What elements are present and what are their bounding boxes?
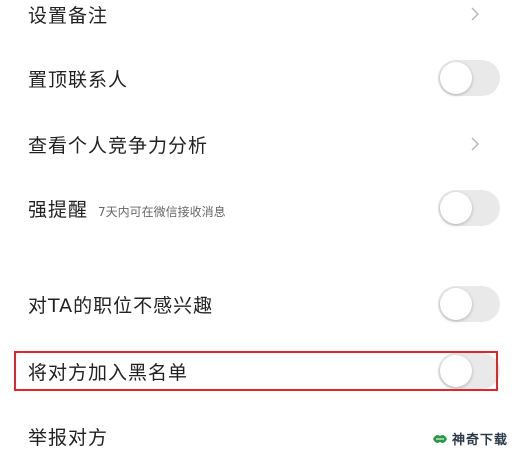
highlight-annotation-box: [14, 351, 498, 391]
competitiveness-analysis-row[interactable]: 查看个人竞争力分析: [0, 124, 520, 164]
set-remark-label: 设置备注: [28, 4, 109, 27]
watermark-text: 神奇下载: [451, 433, 508, 448]
strong-reminder-toggle[interactable]: [438, 190, 500, 226]
strong-reminder-hint: 7天内可在微信接收消息: [98, 204, 226, 219]
not-interested-toggle[interactable]: [438, 286, 500, 322]
toggle-knob: [440, 288, 472, 320]
leaf-logo-icon: [432, 432, 448, 446]
pin-contact-label: 置顶联系人: [28, 68, 129, 91]
not-interested-row: 对TA的职位不感兴趣: [0, 284, 520, 324]
competitiveness-analysis-label: 查看个人竞争力分析: [28, 134, 209, 157]
watermark: 神奇下载: [432, 429, 508, 448]
strong-reminder-label: 强提醒: [28, 198, 89, 221]
pin-contact-row: 置顶联系人: [0, 58, 520, 98]
toggle-knob: [440, 192, 472, 224]
strong-reminder-row: 强提醒 7天内可在微信接收消息: [0, 188, 520, 228]
report-label: 举报对方: [28, 426, 109, 449]
toggle-knob: [440, 62, 472, 94]
not-interested-label: 对TA的职位不感兴趣: [28, 294, 214, 317]
chevron-right-icon: [470, 137, 480, 151]
set-remark-row[interactable]: 设置备注: [0, 0, 520, 28]
chevron-right-icon: [470, 7, 480, 21]
pin-contact-toggle[interactable]: [438, 60, 500, 96]
contact-settings-page: 设置备注 置顶联系人 查看个人竞争力分析 强提醒 7天内可在微信接收消息 对TA…: [0, 0, 520, 456]
